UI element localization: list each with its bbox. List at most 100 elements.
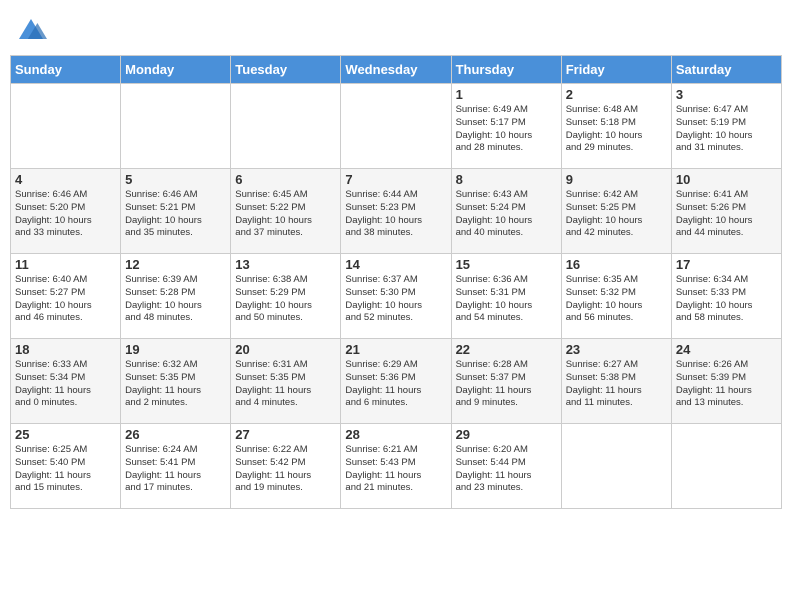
calendar-cell: 14 Sunrise: 6:37 AM Sunset: 5:30 PM Dayli… (341, 254, 451, 339)
calendar-cell (561, 424, 671, 509)
day-info: Sunrise: 6:48 AM Sunset: 5:18 PM Dayligh… (566, 104, 667, 155)
calendar-cell: 6 Sunrise: 6:45 AM Sunset: 5:22 PM Daylig… (231, 169, 341, 254)
day-info: Sunrise: 6:49 AM Sunset: 5:17 PM Dayligh… (456, 104, 557, 155)
calendar-cell: 25 Sunrise: 6:25 AM Sunset: 5:40 PM Dayli… (11, 424, 121, 509)
calendar-table: SundayMondayTuesdayWednesdayThursdayFrid… (10, 55, 782, 509)
calendar-cell: 29 Sunrise: 6:20 AM Sunset: 5:44 PM Dayli… (451, 424, 561, 509)
day-info: Sunrise: 6:39 AM Sunset: 5:28 PM Dayligh… (125, 274, 226, 325)
weekday-header-monday: Monday (121, 56, 231, 84)
day-number: 19 (125, 342, 226, 357)
day-info: Sunrise: 6:24 AM Sunset: 5:41 PM Dayligh… (125, 444, 226, 495)
day-info: Sunrise: 6:44 AM Sunset: 5:23 PM Dayligh… (345, 189, 446, 240)
calendar-cell: 5 Sunrise: 6:46 AM Sunset: 5:21 PM Daylig… (121, 169, 231, 254)
day-info: Sunrise: 6:41 AM Sunset: 5:26 PM Dayligh… (676, 189, 777, 240)
day-number: 2 (566, 87, 667, 102)
day-info: Sunrise: 6:29 AM Sunset: 5:36 PM Dayligh… (345, 359, 446, 410)
logo (15, 15, 51, 47)
day-number: 16 (566, 257, 667, 272)
calendar-cell: 24Sunrise: 6:26 AM Sunset: 5:39 PM Dayli… (671, 339, 781, 424)
calendar-cell: 27 Sunrise: 6:22 AM Sunset: 5:42 PM Dayli… (231, 424, 341, 509)
calendar-cell: 2 Sunrise: 6:48 AM Sunset: 5:18 PM Daylig… (561, 84, 671, 169)
day-number: 9 (566, 172, 667, 187)
day-info: Sunrise: 6:37 AM Sunset: 5:30 PM Dayligh… (345, 274, 446, 325)
calendar-cell: 7 Sunrise: 6:44 AM Sunset: 5:23 PM Daylig… (341, 169, 451, 254)
calendar-cell: 17 Sunrise: 6:34 AM Sunset: 5:33 PM Dayli… (671, 254, 781, 339)
day-number: 15 (456, 257, 557, 272)
calendar-week-row: 1 Sunrise: 6:49 AM Sunset: 5:17 PM Daylig… (11, 84, 782, 169)
day-number: 3 (676, 87, 777, 102)
day-number: 29 (456, 427, 557, 442)
day-number: 26 (125, 427, 226, 442)
calendar-cell: 23Sunrise: 6:27 AM Sunset: 5:38 PM Dayli… (561, 339, 671, 424)
calendar-week-row: 25 Sunrise: 6:25 AM Sunset: 5:40 PM Dayli… (11, 424, 782, 509)
day-number: 25 (15, 427, 116, 442)
calendar-week-row: 4Sunrise: 6:46 AM Sunset: 5:20 PM Daylig… (11, 169, 782, 254)
day-info: Sunrise: 6:47 AM Sunset: 5:19 PM Dayligh… (676, 104, 777, 155)
day-info: Sunrise: 6:20 AM Sunset: 5:44 PM Dayligh… (456, 444, 557, 495)
day-info: Sunrise: 6:36 AM Sunset: 5:31 PM Dayligh… (456, 274, 557, 325)
day-info: Sunrise: 6:28 AM Sunset: 5:37 PM Dayligh… (456, 359, 557, 410)
day-info: Sunrise: 6:34 AM Sunset: 5:33 PM Dayligh… (676, 274, 777, 325)
weekday-header-sunday: Sunday (11, 56, 121, 84)
calendar-cell: 26 Sunrise: 6:24 AM Sunset: 5:41 PM Dayli… (121, 424, 231, 509)
calendar-week-row: 11Sunrise: 6:40 AM Sunset: 5:27 PM Dayli… (11, 254, 782, 339)
day-number: 28 (345, 427, 446, 442)
calendar-cell: 19 Sunrise: 6:32 AM Sunset: 5:35 PM Dayli… (121, 339, 231, 424)
day-number: 8 (456, 172, 557, 187)
calendar-cell: 8Sunrise: 6:43 AM Sunset: 5:24 PM Daylig… (451, 169, 561, 254)
day-info: Sunrise: 6:33 AM Sunset: 5:34 PM Dayligh… (15, 359, 116, 410)
day-number: 21 (345, 342, 446, 357)
calendar-cell: 22 Sunrise: 6:28 AM Sunset: 5:37 PM Dayli… (451, 339, 561, 424)
day-number: 13 (235, 257, 336, 272)
calendar-cell: 1 Sunrise: 6:49 AM Sunset: 5:17 PM Daylig… (451, 84, 561, 169)
day-info: Sunrise: 6:46 AM Sunset: 5:21 PM Dayligh… (125, 189, 226, 240)
day-number: 5 (125, 172, 226, 187)
calendar-cell (121, 84, 231, 169)
calendar-cell (11, 84, 121, 169)
calendar-cell: 21 Sunrise: 6:29 AM Sunset: 5:36 PM Dayli… (341, 339, 451, 424)
calendar-cell: 13Sunrise: 6:38 AM Sunset: 5:29 PM Dayli… (231, 254, 341, 339)
day-number: 20 (235, 342, 336, 357)
day-number: 7 (345, 172, 446, 187)
day-number: 24 (676, 342, 777, 357)
day-info: Sunrise: 6:25 AM Sunset: 5:40 PM Dayligh… (15, 444, 116, 495)
day-number: 22 (456, 342, 557, 357)
day-info: Sunrise: 6:45 AM Sunset: 5:22 PM Dayligh… (235, 189, 336, 240)
day-info: Sunrise: 6:21 AM Sunset: 5:43 PM Dayligh… (345, 444, 446, 495)
weekday-header-friday: Friday (561, 56, 671, 84)
calendar-cell (341, 84, 451, 169)
weekday-header-tuesday: Tuesday (231, 56, 341, 84)
day-number: 11 (15, 257, 116, 272)
calendar-header-row: SundayMondayTuesdayWednesdayThursdayFrid… (11, 56, 782, 84)
calendar-cell (671, 424, 781, 509)
calendar-cell: 12 Sunrise: 6:39 AM Sunset: 5:28 PM Dayli… (121, 254, 231, 339)
day-info: Sunrise: 6:32 AM Sunset: 5:35 PM Dayligh… (125, 359, 226, 410)
calendar-week-row: 18 Sunrise: 6:33 AM Sunset: 5:34 PM Dayli… (11, 339, 782, 424)
day-info: Sunrise: 6:35 AM Sunset: 5:32 PM Dayligh… (566, 274, 667, 325)
day-number: 14 (345, 257, 446, 272)
weekday-header-wednesday: Wednesday (341, 56, 451, 84)
weekday-header-saturday: Saturday (671, 56, 781, 84)
calendar-cell (231, 84, 341, 169)
calendar-cell: 16 Sunrise: 6:35 AM Sunset: 5:32 PM Dayli… (561, 254, 671, 339)
day-info: Sunrise: 6:31 AM Sunset: 5:35 PM Dayligh… (235, 359, 336, 410)
day-number: 4 (15, 172, 116, 187)
calendar-cell: 28 Sunrise: 6:21 AM Sunset: 5:43 PM Dayli… (341, 424, 451, 509)
day-number: 17 (676, 257, 777, 272)
logo-icon (15, 15, 47, 47)
calendar-cell: 9 Sunrise: 6:42 AM Sunset: 5:25 PM Daylig… (561, 169, 671, 254)
day-number: 10 (676, 172, 777, 187)
day-info: Sunrise: 6:27 AM Sunset: 5:38 PM Dayligh… (566, 359, 667, 410)
day-number: 18 (15, 342, 116, 357)
day-info: Sunrise: 6:42 AM Sunset: 5:25 PM Dayligh… (566, 189, 667, 240)
calendar-cell: 11Sunrise: 6:40 AM Sunset: 5:27 PM Dayli… (11, 254, 121, 339)
day-number: 27 (235, 427, 336, 442)
day-info: Sunrise: 6:22 AM Sunset: 5:42 PM Dayligh… (235, 444, 336, 495)
page-header (10, 10, 782, 47)
calendar-cell: 20 Sunrise: 6:31 AM Sunset: 5:35 PM Dayli… (231, 339, 341, 424)
day-number: 6 (235, 172, 336, 187)
day-number: 1 (456, 87, 557, 102)
calendar-cell: 3 Sunrise: 6:47 AM Sunset: 5:19 PM Daylig… (671, 84, 781, 169)
calendar-cell: 18 Sunrise: 6:33 AM Sunset: 5:34 PM Dayli… (11, 339, 121, 424)
day-number: 12 (125, 257, 226, 272)
